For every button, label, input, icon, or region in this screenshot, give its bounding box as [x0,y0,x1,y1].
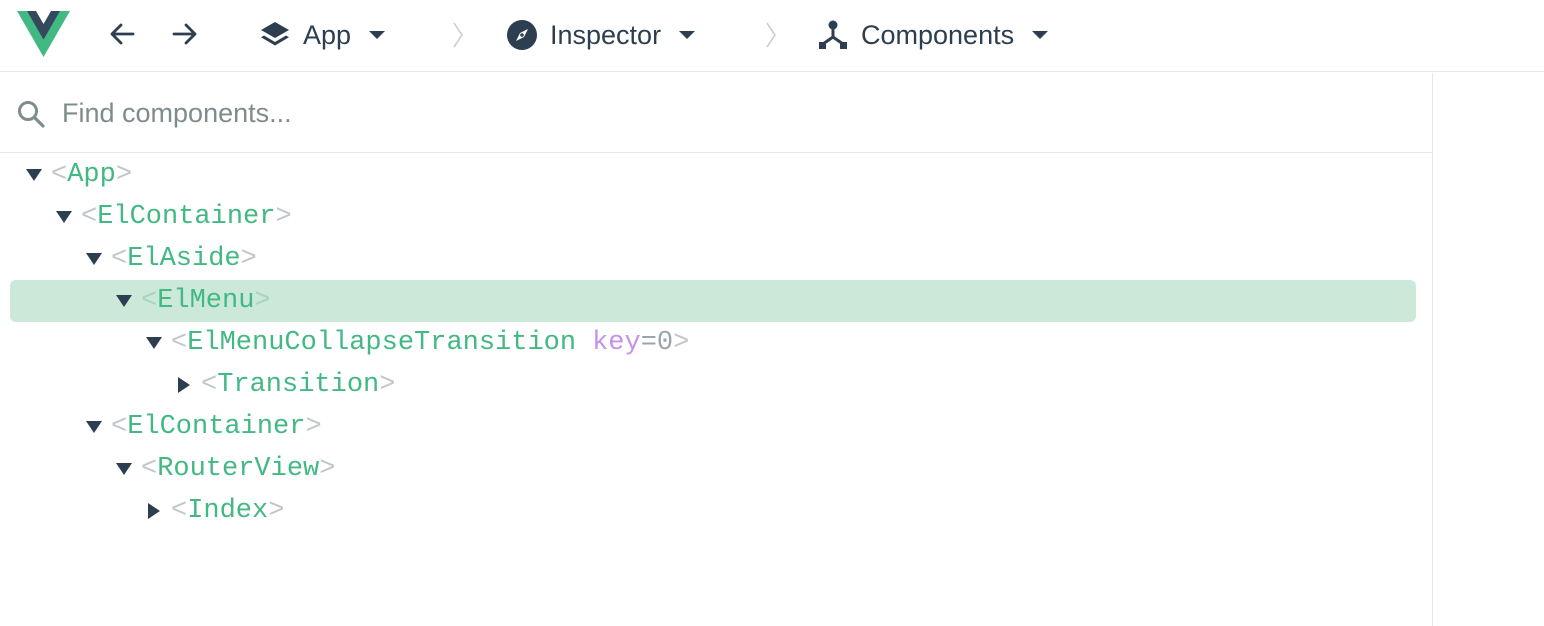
collapse-arrow-icon[interactable] [26,169,42,181]
close-bracket: > [254,286,271,316]
open-bracket: < [51,160,68,190]
back-button[interactable] [106,18,138,50]
attribute-equals: = [640,328,657,358]
tree-row[interactable]: <Transition> [10,364,1416,406]
component-tag: <ElContainer> [111,406,322,448]
breadcrumb-app[interactable]: App [259,14,386,56]
component-tag: <ElMenuCollapseTransition key=0> [171,322,689,364]
component-tree-pane: <App> <ElContainer> <ElAside> <ElMenu> <… [0,73,1433,626]
tree-row[interactable]: <App> [10,154,1416,196]
collapse-arrow-icon[interactable] [56,211,72,223]
tree-row[interactable]: <ElMenuCollapseTransition key=0> [10,322,1416,364]
component-tag: <Index> [171,490,284,532]
collapse-arrow-icon[interactable] [116,295,132,307]
breadcrumb-app-label: App [303,19,352,50]
open-bracket: < [201,370,218,400]
open-bracket: < [141,454,158,484]
expand-arrow-icon[interactable] [178,377,190,393]
component-tag: <ElAside> [111,238,257,280]
breadcrumb-components[interactable]: Components [817,14,1049,56]
close-bracket: > [115,160,133,190]
open-bracket: < [171,328,188,358]
tree-row[interactable]: <Index> [10,490,1416,532]
open-bracket: < [111,412,128,442]
open-bracket: < [171,496,188,526]
forward-button[interactable] [169,18,201,50]
open-bracket: < [81,202,98,232]
vue-logo-icon[interactable] [17,11,70,57]
chevron-down-icon [679,31,696,39]
component-name: RouterView [157,454,320,484]
component-name: ElContainer [127,412,306,442]
component-tag: <Transition> [201,364,395,406]
breadcrumb-separator-icon [766,22,776,48]
component-tag: <ElMenu> [141,280,271,322]
tree-row[interactable]: <ElContainer> [10,196,1416,238]
open-bracket: < [141,286,158,316]
search-input[interactable] [62,91,1362,135]
arrow-left-icon [110,23,135,45]
breadcrumb-separator-icon [453,22,463,48]
close-bracket: > [268,496,285,526]
component-name: ElAside [127,244,241,274]
component-tag: <ElContainer> [81,196,292,238]
component-name: ElContainer [97,202,276,232]
close-bracket: > [319,454,336,484]
component-tree-icon [817,19,849,51]
component-name: ElMenu [157,286,255,316]
close-bracket: > [240,244,257,274]
close-bracket: > [673,328,690,358]
arrow-right-icon [172,23,197,45]
collapse-arrow-icon[interactable] [146,337,162,349]
layers-icon [259,19,291,51]
attribute-key: key [592,328,641,358]
search-bar [0,73,1433,153]
component-tag: <App> [51,154,132,196]
close-bracket: > [275,202,292,232]
tree-row-selected[interactable]: <ElMenu> [10,280,1416,322]
component-name: ElMenuCollapseTransition [187,328,577,358]
collapse-arrow-icon[interactable] [86,253,102,265]
attribute-value: 0 [656,328,674,358]
collapse-arrow-icon[interactable] [116,463,132,475]
compass-icon [506,19,538,51]
open-bracket: < [111,244,128,274]
component-name: App [67,160,116,190]
chevron-down-icon [1032,31,1049,39]
tree-row[interactable]: <RouterView> [10,448,1416,490]
component-details-pane [1434,73,1544,626]
tree-row[interactable]: <ElContainer> [10,406,1416,448]
close-bracket: > [305,412,322,442]
tree-row[interactable]: <ElAside> [10,238,1416,280]
breadcrumb-components-label: Components [861,19,1015,50]
chevron-down-icon [369,31,386,39]
expand-arrow-icon[interactable] [148,503,160,519]
breadcrumb-inspector-label: Inspector [550,19,662,50]
component-name: Transition [217,370,380,400]
collapse-arrow-icon[interactable] [86,421,102,433]
search-icon [18,101,45,128]
component-name: Index [187,496,269,526]
component-tag: <RouterView> [141,448,335,490]
close-bracket: > [379,370,396,400]
breadcrumb-inspector[interactable]: Inspector [506,14,696,56]
top-toolbar: App Inspector Components [0,0,1544,72]
